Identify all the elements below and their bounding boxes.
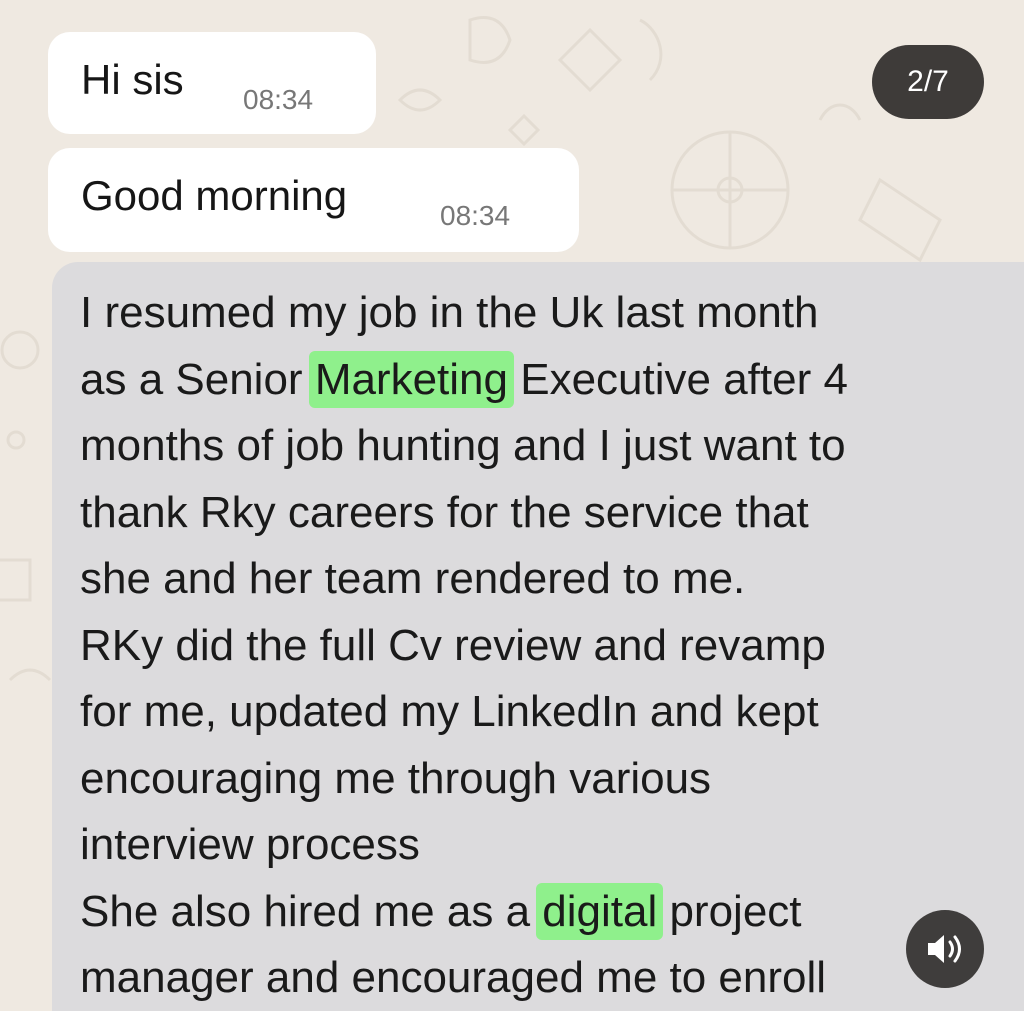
message-text-segment: for me, updated my LinkedIn and kept bbox=[80, 687, 819, 736]
message-line: I resumed my job in the Uk last month bbox=[80, 280, 1000, 347]
selected-message-bubble[interactable]: I resumed my job in the Uk last month as … bbox=[52, 262, 1024, 1011]
message-body: I resumed my job in the Uk last month as … bbox=[80, 280, 1000, 1011]
message-line: She also hired me as a digital project bbox=[80, 879, 1000, 946]
message-text-segment: she and her team rendered to me. bbox=[80, 554, 746, 603]
message-line: encouraging me through various bbox=[80, 746, 1000, 813]
story-counter: 2/7 bbox=[872, 45, 984, 119]
message-text-segment: Executive after 4 bbox=[508, 354, 848, 404]
message-text: Good morning bbox=[81, 172, 348, 219]
message-text-segment: She also hired me as a bbox=[80, 886, 543, 936]
message-text-segment: manager and encouraged me to enroll bbox=[80, 953, 827, 1002]
message-text-segment: I resumed my job in the Uk last month bbox=[80, 288, 819, 337]
message-line: as a Senior Marketing Executive after 4 bbox=[80, 347, 1000, 414]
message-time: 08:34 bbox=[440, 200, 511, 231]
message-text-segment: interview process bbox=[80, 820, 420, 869]
message-text-segment: RKy did the full Cv review and revamp bbox=[80, 620, 826, 670]
message-bubble[interactable]: Good morning 08:34 bbox=[48, 148, 579, 252]
message-line: months of job hunting and I just want to bbox=[80, 413, 1000, 480]
message-text-segment: thank Rky careers for the service that bbox=[80, 487, 809, 537]
highlighted-word: digital bbox=[536, 882, 664, 940]
message-line: RKy did the full Cv review and revamp bbox=[80, 613, 1000, 680]
message-time: 08:34 bbox=[243, 84, 314, 115]
message-text-segment: as a Senior bbox=[80, 354, 315, 404]
highlighted-word: Marketing bbox=[308, 350, 514, 408]
message-line: manager and encouraged me to enroll bbox=[80, 945, 1000, 1011]
message-line: thank Rky careers for the service that bbox=[80, 480, 1000, 547]
message-text-segment: months of job hunting and I just want to bbox=[80, 421, 846, 470]
message-line: for me, updated my LinkedIn and kept bbox=[80, 679, 1000, 746]
sound-button[interactable] bbox=[906, 910, 984, 988]
message-text: Hi sis bbox=[81, 56, 184, 103]
message-line: she and her team rendered to me. bbox=[80, 546, 1000, 613]
speaker-icon bbox=[928, 935, 961, 963]
message-line: interview process bbox=[80, 812, 1000, 879]
message-text-segment: encouraging me through various bbox=[80, 753, 712, 803]
message-bubble[interactable]: Hi sis 08:34 bbox=[48, 32, 376, 134]
message-text-segment: project bbox=[657, 886, 802, 936]
